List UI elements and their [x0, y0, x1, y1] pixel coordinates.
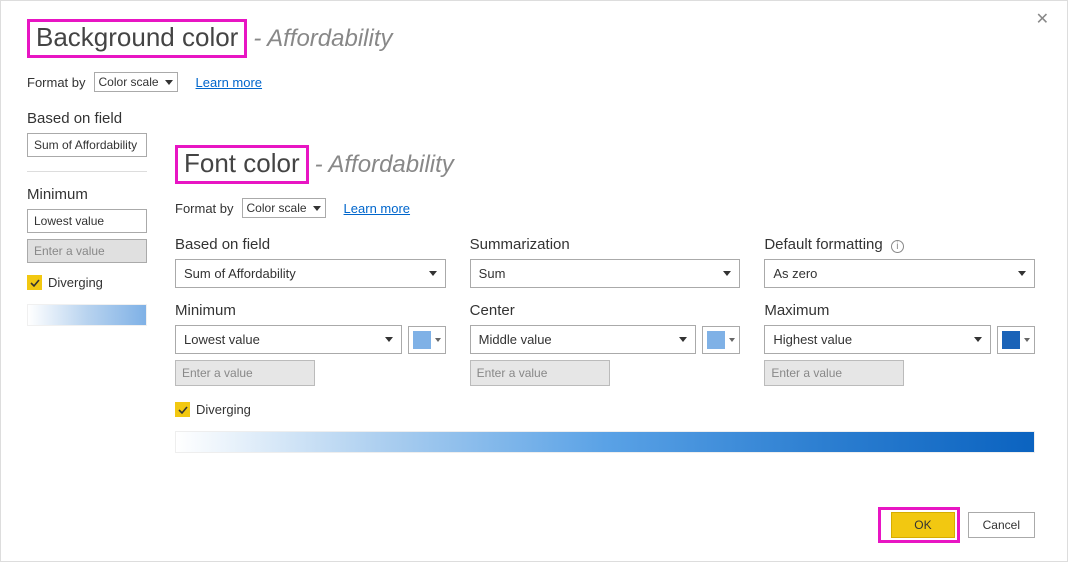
ok-button[interactable]: OK [891, 512, 954, 538]
summarization-select[interactable]: Sum [470, 259, 741, 288]
format-by-label: Format by [175, 201, 234, 216]
minimum-select[interactable]: Lowest value [175, 325, 402, 354]
minimum-value-input[interactable]: Enter a value [27, 239, 147, 263]
chevron-down-icon [723, 271, 731, 276]
format-by-value: Color scale [247, 201, 307, 215]
chevron-down-icon [429, 271, 437, 276]
minimum-label: Minimum [175, 302, 446, 319]
font-color-dialog: Font color - Affordability Format by Col… [151, 127, 1059, 553]
dialog-subtitle-font: - Affordability [315, 151, 454, 179]
chevron-down-icon [313, 206, 321, 211]
diverging-label: Diverging [196, 402, 251, 417]
dialog-subtitle-background: - Affordability [253, 25, 392, 53]
based-on-field-label: Based on field [27, 110, 1041, 127]
divider [27, 171, 147, 172]
center-color-picker[interactable] [702, 326, 740, 354]
dialog-title-font: Font color [175, 145, 309, 184]
chevron-down-icon [974, 337, 982, 342]
maximum-value-input[interactable]: Enter a value [764, 360, 904, 386]
diverging-checkbox[interactable] [27, 275, 42, 290]
format-by-select[interactable]: Color scale [242, 198, 326, 218]
gradient-preview-back [27, 304, 147, 326]
format-by-value: Color scale [99, 75, 159, 89]
default-formatting-select[interactable]: As zero [764, 259, 1035, 288]
chevron-down-icon [1024, 338, 1030, 342]
chevron-down-icon [385, 337, 393, 342]
diverging-label: Diverging [48, 275, 103, 290]
learn-more-link[interactable]: Learn more [344, 201, 410, 216]
format-by-select[interactable]: Color scale [94, 72, 178, 92]
cancel-button[interactable]: Cancel [968, 512, 1035, 538]
based-on-field-value[interactable]: Sum of Affordability [27, 133, 147, 157]
info-icon[interactable]: i [891, 240, 904, 253]
minimum-color-picker[interactable] [408, 326, 446, 354]
maximum-select[interactable]: Highest value [764, 325, 991, 354]
color-swatch [413, 331, 431, 349]
based-on-field-select[interactable]: Sum of Affordability [175, 259, 446, 288]
dialog-title-background: Background color [27, 19, 247, 58]
chevron-down-icon [679, 337, 687, 342]
chevron-down-icon [1018, 271, 1026, 276]
maximum-label: Maximum [764, 302, 1035, 319]
chevron-down-icon [729, 338, 735, 342]
diverging-checkbox[interactable] [175, 402, 190, 417]
format-by-label: Format by [27, 75, 86, 90]
gradient-preview [175, 431, 1035, 453]
chevron-down-icon [435, 338, 441, 342]
center-value-input[interactable]: Enter a value [470, 360, 610, 386]
based-on-field-label: Based on field [175, 236, 446, 253]
minimum-select[interactable]: Lowest value [27, 209, 147, 233]
default-formatting-label: Default formatting i [764, 236, 1035, 253]
maximum-color-picker[interactable] [997, 326, 1035, 354]
chevron-down-icon [165, 80, 173, 85]
center-select[interactable]: Middle value [470, 325, 697, 354]
summarization-label: Summarization [470, 236, 741, 253]
color-swatch [707, 331, 725, 349]
center-label: Center [470, 302, 741, 319]
learn-more-link[interactable]: Learn more [196, 75, 262, 90]
minimum-value-input[interactable]: Enter a value [175, 360, 315, 386]
color-swatch [1002, 331, 1020, 349]
